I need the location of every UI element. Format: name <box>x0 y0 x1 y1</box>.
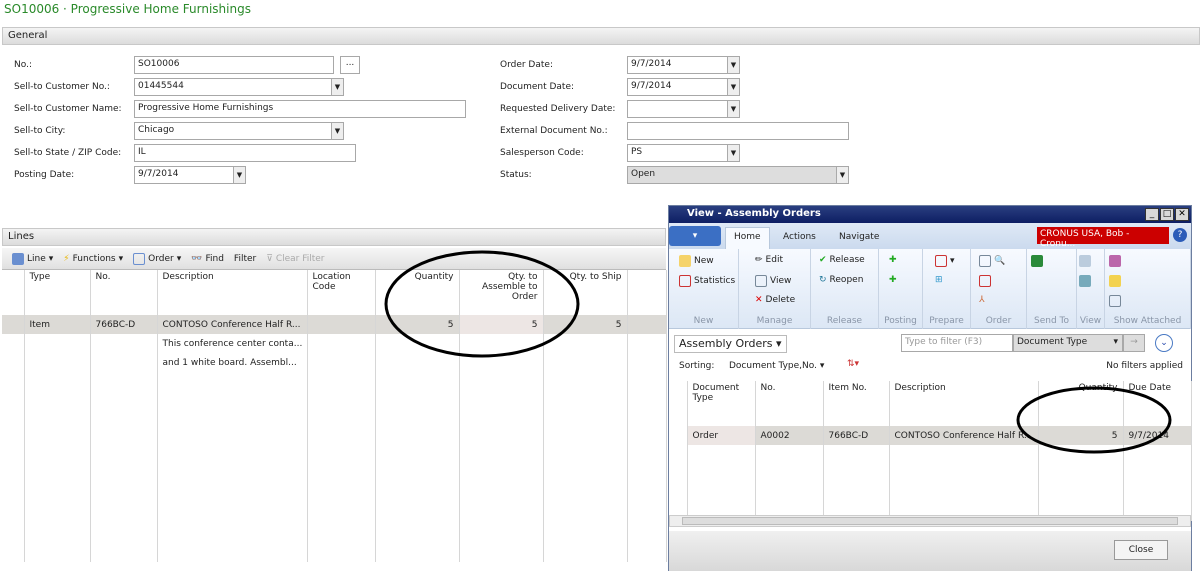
annotation-circle-popup <box>1016 386 1172 454</box>
annotation-layer <box>384 250 1172 454</box>
annotation-circle-lines <box>384 250 580 358</box>
